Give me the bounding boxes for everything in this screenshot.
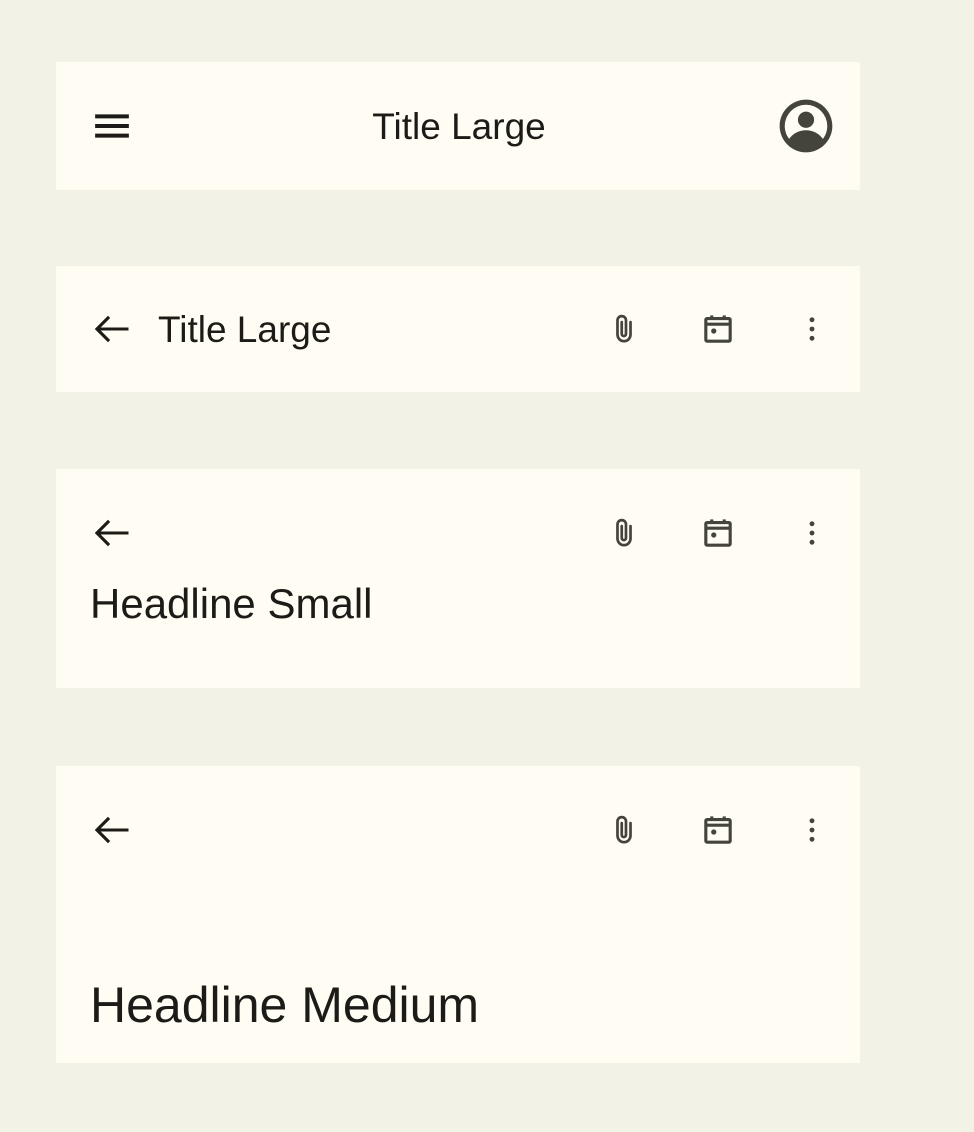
app-bar-specimen-page: Title Large Title Large (0, 0, 974, 1132)
more-vert-icon (797, 815, 827, 845)
more-vert-icon (797, 518, 827, 548)
medium-top-app-bar: Headline Small (56, 469, 860, 688)
back-button[interactable] (88, 305, 136, 353)
calendar-today-icon (701, 516, 735, 550)
center-aligned-top-app-bar: Title Large (56, 62, 860, 190)
attachment-icon (607, 813, 641, 847)
menu-button[interactable] (88, 102, 136, 150)
app-bar-headline: Headline Medium (88, 980, 830, 1030)
account-button[interactable] (782, 102, 830, 150)
large-top-app-bar: Headline Medium (56, 766, 860, 1063)
menu-icon (89, 103, 135, 149)
arrow-back-icon (90, 808, 134, 852)
calendar-today-icon (701, 312, 735, 346)
calendar-button[interactable] (694, 806, 742, 854)
arrow-back-icon (90, 511, 134, 555)
small-top-app-bar: Title Large (56, 266, 860, 392)
back-button[interactable] (88, 806, 136, 854)
trailing-actions (600, 305, 836, 353)
calendar-today-icon (701, 813, 735, 847)
medium-app-bar-row (88, 469, 830, 597)
attachment-button[interactable] (600, 509, 648, 557)
calendar-button[interactable] (694, 509, 742, 557)
attachment-icon (607, 516, 641, 550)
back-button[interactable] (88, 509, 136, 557)
more-vert-icon (797, 314, 827, 344)
trailing-actions (600, 509, 836, 557)
app-bar-title: Title Large (136, 108, 782, 145)
attachment-button[interactable] (600, 806, 648, 854)
account-circle-icon (777, 97, 835, 155)
calendar-button[interactable] (694, 305, 742, 353)
arrow-back-icon (90, 307, 134, 351)
trailing-actions (600, 806, 836, 854)
more-options-button[interactable] (788, 806, 836, 854)
attachment-icon (607, 312, 641, 346)
more-options-button[interactable] (788, 305, 836, 353)
app-bar-headline: Headline Small (88, 583, 830, 625)
large-app-bar-row (88, 766, 830, 894)
attachment-button[interactable] (600, 305, 648, 353)
more-options-button[interactable] (788, 509, 836, 557)
app-bar-title: Title Large (158, 311, 600, 348)
